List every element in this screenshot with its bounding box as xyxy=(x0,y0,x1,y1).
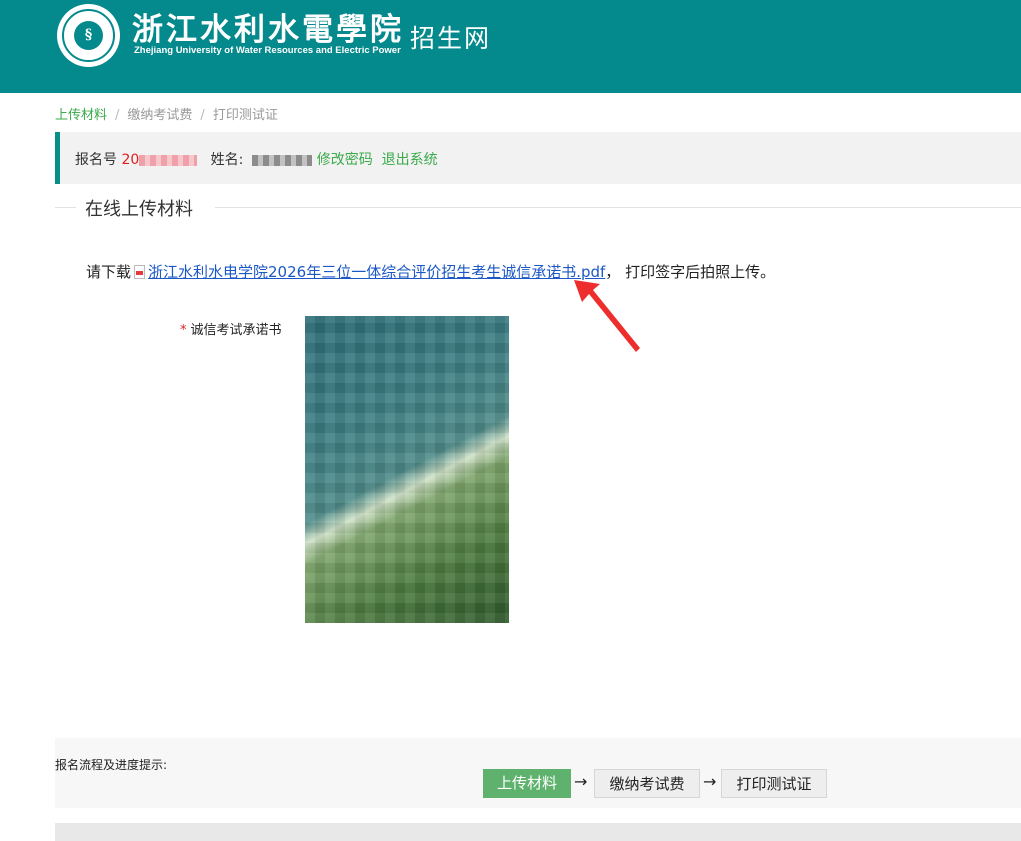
name-label: 姓名: xyxy=(210,152,244,168)
step-upload-materials[interactable]: 上传材料 xyxy=(483,769,571,798)
school-name-cn: 浙江水利水電學院 xyxy=(132,12,404,48)
uploaded-image-preview[interactable] xyxy=(305,316,509,623)
user-info-bar: 报名号 20 姓名: 修改密码 退出系统 xyxy=(55,132,1021,184)
change-password-link[interactable]: 修改密码 xyxy=(317,152,373,168)
breadcrumb-separator: / xyxy=(200,108,205,123)
required-mark: * xyxy=(180,323,187,338)
image-pixelation xyxy=(305,316,509,623)
school-logo[interactable]: § xyxy=(57,4,120,67)
fieldset-line-right xyxy=(215,207,1021,208)
download-prefix: 请下载 xyxy=(86,263,132,281)
step-pay-fee[interactable]: 缴纳考试费 xyxy=(594,769,700,798)
breadcrumb-separator: / xyxy=(115,108,120,123)
site-header: § 浙江水利水電學院 Zhejiang University of Water … xyxy=(0,0,1021,93)
progress-label: 报名流程及进度提示: xyxy=(55,758,168,772)
breadcrumb-pay-fee[interactable]: 缴纳考试费 xyxy=(127,108,192,123)
name-redacted xyxy=(252,154,313,166)
progress-panel: 报名流程及进度提示: 上传材料 → 缴纳考试费 → 打印测试证 xyxy=(55,738,1021,808)
download-instruction: 请下载 浙江水利水电学院2026年三位一体综合评价招生考生诚信承诺书.pdf， 打… xyxy=(86,261,775,282)
footer-strip xyxy=(55,823,1021,841)
breadcrumb-print-ticket[interactable]: 打印测试证 xyxy=(213,108,278,123)
logout-link[interactable]: 退出系统 xyxy=(382,152,438,168)
breadcrumb-upload-materials[interactable]: 上传材料 xyxy=(55,108,107,123)
step-arrow-icon: → xyxy=(703,772,717,791)
integrity-pledge-label-text: 诚信考试承诺书 xyxy=(190,323,282,338)
section-title: 在线上传材料 xyxy=(85,199,193,220)
registration-number-label: 报名号 xyxy=(75,152,117,168)
registration-number-redacted xyxy=(139,154,198,166)
registration-number-value: 20 xyxy=(121,152,140,168)
logo-emblem-icon: § xyxy=(74,21,103,50)
pdf-file-icon xyxy=(134,265,146,279)
fieldset-line-left xyxy=(55,207,76,208)
integrity-pledge-label: * 诚信考试承诺书 xyxy=(180,319,282,338)
step-arrow-icon: → xyxy=(574,772,588,791)
integrity-pledge-pdf-link[interactable]: 浙江水利水电学院2026年三位一体综合评价招生考生诚信承诺书.pdf xyxy=(148,263,605,281)
site-title: 招生网 xyxy=(410,24,492,53)
step-print-ticket[interactable]: 打印测试证 xyxy=(721,769,827,798)
annotation-arrow-icon xyxy=(574,280,640,352)
breadcrumb: 上传材料 / 缴纳考试费 / 打印测试证 xyxy=(55,104,278,123)
school-name-en: Zhejiang University of Water Resources a… xyxy=(134,45,401,56)
user-info-row: 报名号 20 姓名: 修改密码 退出系统 xyxy=(75,149,438,169)
